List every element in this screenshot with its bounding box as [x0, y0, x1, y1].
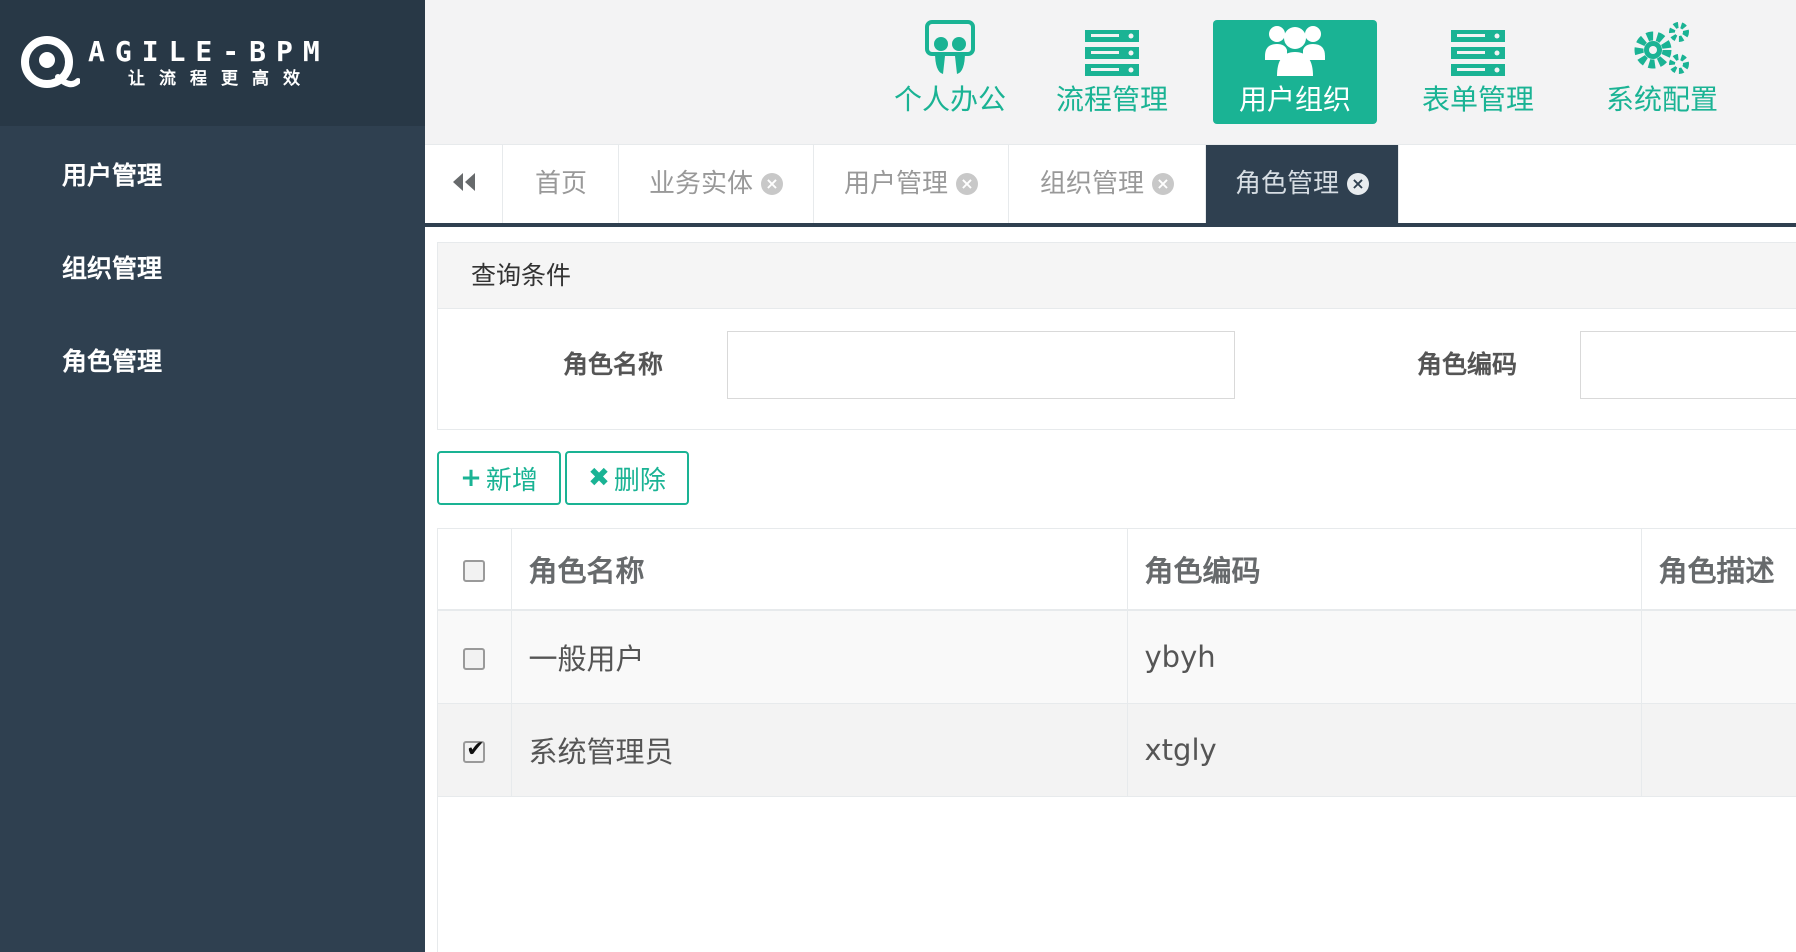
- nav-user-org[interactable]: 用户组织: [1213, 20, 1377, 124]
- query-panel: 查询条件 角色名称 角色编码: [437, 242, 1796, 430]
- tab-label: 组织管理: [1039, 169, 1144, 199]
- tab-org-management[interactable]: 组织管理 ×: [1009, 145, 1206, 223]
- top-nav: 个人办公 流程管理 用户组织 表单管理 系统配置: [425, 0, 1796, 145]
- tab-label: 首页: [534, 169, 587, 199]
- role-desc-cell: [1641, 610, 1796, 704]
- users-icon: [1213, 20, 1377, 82]
- delete-button-label: 删除: [613, 465, 666, 496]
- row-select-cell: [438, 610, 512, 704]
- role-code-cell: ybyh: [1127, 610, 1642, 704]
- times-icon: ✖: [588, 463, 610, 493]
- nav-label: 流程管理: [1055, 83, 1168, 116]
- select-all-cell: [438, 529, 512, 611]
- sidebar-item-role-management[interactable]: 角色管理: [0, 315, 425, 408]
- column-header-role-name[interactable]: 角色名称: [511, 529, 1128, 611]
- table-header-row: 角色名称 角色编码 角色描述: [438, 529, 1796, 611]
- tab-user-management[interactable]: 用户管理 ×: [814, 145, 1009, 223]
- column-header-role-desc[interactable]: 角色描述: [1641, 529, 1796, 611]
- row-checkbox[interactable]: [463, 647, 486, 670]
- nav-label: 个人办公: [893, 83, 1006, 116]
- logo-subtitle: 让流程更高效: [128, 69, 314, 89]
- plus-icon: +: [460, 463, 482, 493]
- add-button[interactable]: + 新增: [437, 451, 561, 505]
- role-name-label: 角色名称: [563, 350, 664, 379]
- table-row[interactable]: 一般用户 ybyh: [438, 610, 1796, 704]
- tab-label: 角色管理: [1234, 169, 1339, 199]
- role-code-cell: xtgly: [1127, 703, 1642, 797]
- delete-button[interactable]: ✖ 删除: [565, 451, 689, 505]
- query-title: 查询条件: [438, 243, 1796, 309]
- row-checkbox[interactable]: [463, 737, 486, 763]
- select-all-checkbox[interactable]: [463, 560, 486, 582]
- tab-back-button[interactable]: [425, 145, 503, 223]
- role-desc-cell: [1641, 703, 1796, 797]
- nav-process-management[interactable]: 流程管理: [1030, 20, 1194, 124]
- side-menu: 用户管理 组织管理 角色管理: [0, 126, 425, 408]
- logo: AGILE-BPM 让流程更高效: [0, 0, 425, 126]
- main-content: 查询条件 角色名称 角色编码 + 新增 ✖ 删除 角色名称 角色编码 角色描述 …: [425, 227, 1796, 952]
- column-header-role-code[interactable]: 角色编码: [1127, 529, 1642, 611]
- add-button-label: 新增: [485, 465, 538, 496]
- sidebar-item-user-management[interactable]: 用户管理: [0, 130, 425, 222]
- tab-home[interactable]: 首页: [504, 145, 619, 223]
- role-table: 角色名称 角色编码 角色描述 一般用户 ybyh ✔ 系统管理员 xtgly: [437, 528, 1796, 952]
- close-icon[interactable]: ×: [956, 173, 978, 195]
- server-icon: [1030, 20, 1194, 82]
- close-icon[interactable]: ×: [1347, 173, 1369, 195]
- sidebar-item-org-management[interactable]: 组织管理: [0, 222, 425, 315]
- role-code-label: 角色编码: [1417, 350, 1518, 379]
- tab-bar: 首页 业务实体 × 用户管理 × 组织管理 × 角色管理 ×: [425, 145, 1796, 227]
- double-left-icon: [451, 171, 477, 197]
- nav-personal-office[interactable]: 个人办公: [868, 20, 1032, 124]
- logo-title: AGILE-BPM: [88, 35, 330, 68]
- tab-role-management[interactable]: 角色管理 ×: [1206, 145, 1399, 223]
- nav-label: 用户组织: [1238, 83, 1351, 116]
- role-name-input[interactable]: [727, 331, 1235, 399]
- slideshare-icon: [868, 20, 1032, 82]
- row-select-cell: [438, 703, 512, 797]
- nav-label: 系统配置: [1605, 83, 1718, 116]
- close-icon[interactable]: ×: [761, 173, 783, 195]
- tab-label: 业务实体: [648, 169, 753, 199]
- role-name-cell: 系统管理员: [511, 703, 1128, 797]
- role-code-input[interactable]: [1580, 331, 1796, 399]
- nav-label: 表单管理: [1421, 83, 1534, 116]
- tab-label: 用户管理: [843, 169, 948, 199]
- sidebar: AGILE-BPM 让流程更高效 用户管理 组织管理 角色管理: [0, 0, 425, 952]
- table-row[interactable]: 系统管理员 xtgly: [438, 703, 1796, 797]
- role-name-cell: 一般用户: [511, 610, 1128, 704]
- logo-mark-icon: [20, 33, 81, 93]
- tab-business-entity[interactable]: 业务实体 ×: [619, 145, 814, 223]
- nav-system-config[interactable]: 系统配置: [1580, 20, 1744, 124]
- gears-icon: [1580, 20, 1744, 82]
- nav-form-management[interactable]: 表单管理: [1396, 20, 1560, 124]
- close-icon[interactable]: ×: [1152, 173, 1174, 195]
- server-icon: [1396, 20, 1560, 82]
